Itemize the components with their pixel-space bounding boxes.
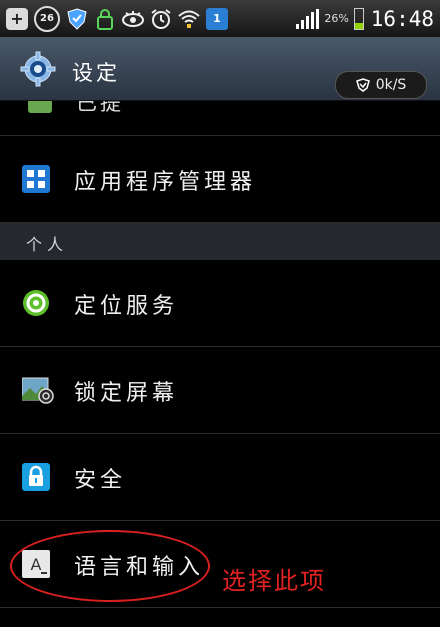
padlock-icon	[22, 463, 50, 491]
section-header-label: 个人	[26, 235, 69, 254]
status-bar: + 26 1 26% 16:48	[0, 0, 440, 37]
lock-icon	[94, 8, 116, 30]
settings-list: 已提 应用程序管理器 个人 定位服务 锁定屏幕 安全 A 语言和输入	[0, 101, 440, 608]
list-item-security[interactable]: 安全	[0, 434, 440, 521]
list-item-location[interactable]: 定位服务	[0, 260, 440, 347]
net-speed-value: 0k/S	[375, 77, 407, 93]
battery-percent: 26%	[324, 12, 349, 25]
status-clock: 16:48	[370, 6, 434, 31]
eye-icon	[122, 8, 144, 30]
wifi-icon	[178, 8, 200, 30]
shield-icon	[66, 7, 88, 30]
annotation-ellipse	[10, 530, 210, 602]
speed-shield-icon	[355, 78, 370, 92]
location-icon	[22, 289, 50, 317]
settings-gear-icon[interactable]	[20, 51, 56, 87]
list-item-label: 定位服务	[74, 294, 179, 319]
battery-icon	[353, 7, 364, 30]
plus-icon: +	[6, 7, 28, 30]
lock-screen-icon	[21, 376, 54, 404]
partial-item-icon	[28, 101, 52, 113]
list-item-label: 应用程序管理器	[74, 170, 257, 195]
notification-count: 26	[40, 13, 54, 24]
list-item-label: 锁定屏幕	[74, 381, 179, 406]
list-item-label: 安全	[74, 468, 127, 493]
signal-icon	[296, 8, 320, 29]
list-item-partial[interactable]: 已提	[0, 101, 440, 136]
list-item-lock-screen[interactable]: 锁定屏幕	[0, 347, 440, 434]
section-header-personal: 个人	[0, 223, 440, 260]
download-icon: 1	[206, 7, 228, 30]
apps-grid-icon	[22, 165, 50, 193]
alarm-icon	[150, 8, 172, 30]
page-title: 设定	[72, 61, 120, 85]
notification-count-icon: 26	[34, 5, 60, 32]
partial-item-label: 已提	[76, 101, 124, 115]
annotation-text: 选择此项	[222, 567, 326, 595]
list-item-app-manager[interactable]: 应用程序管理器	[0, 136, 440, 223]
net-speed-badge: 0k/S	[335, 71, 427, 99]
